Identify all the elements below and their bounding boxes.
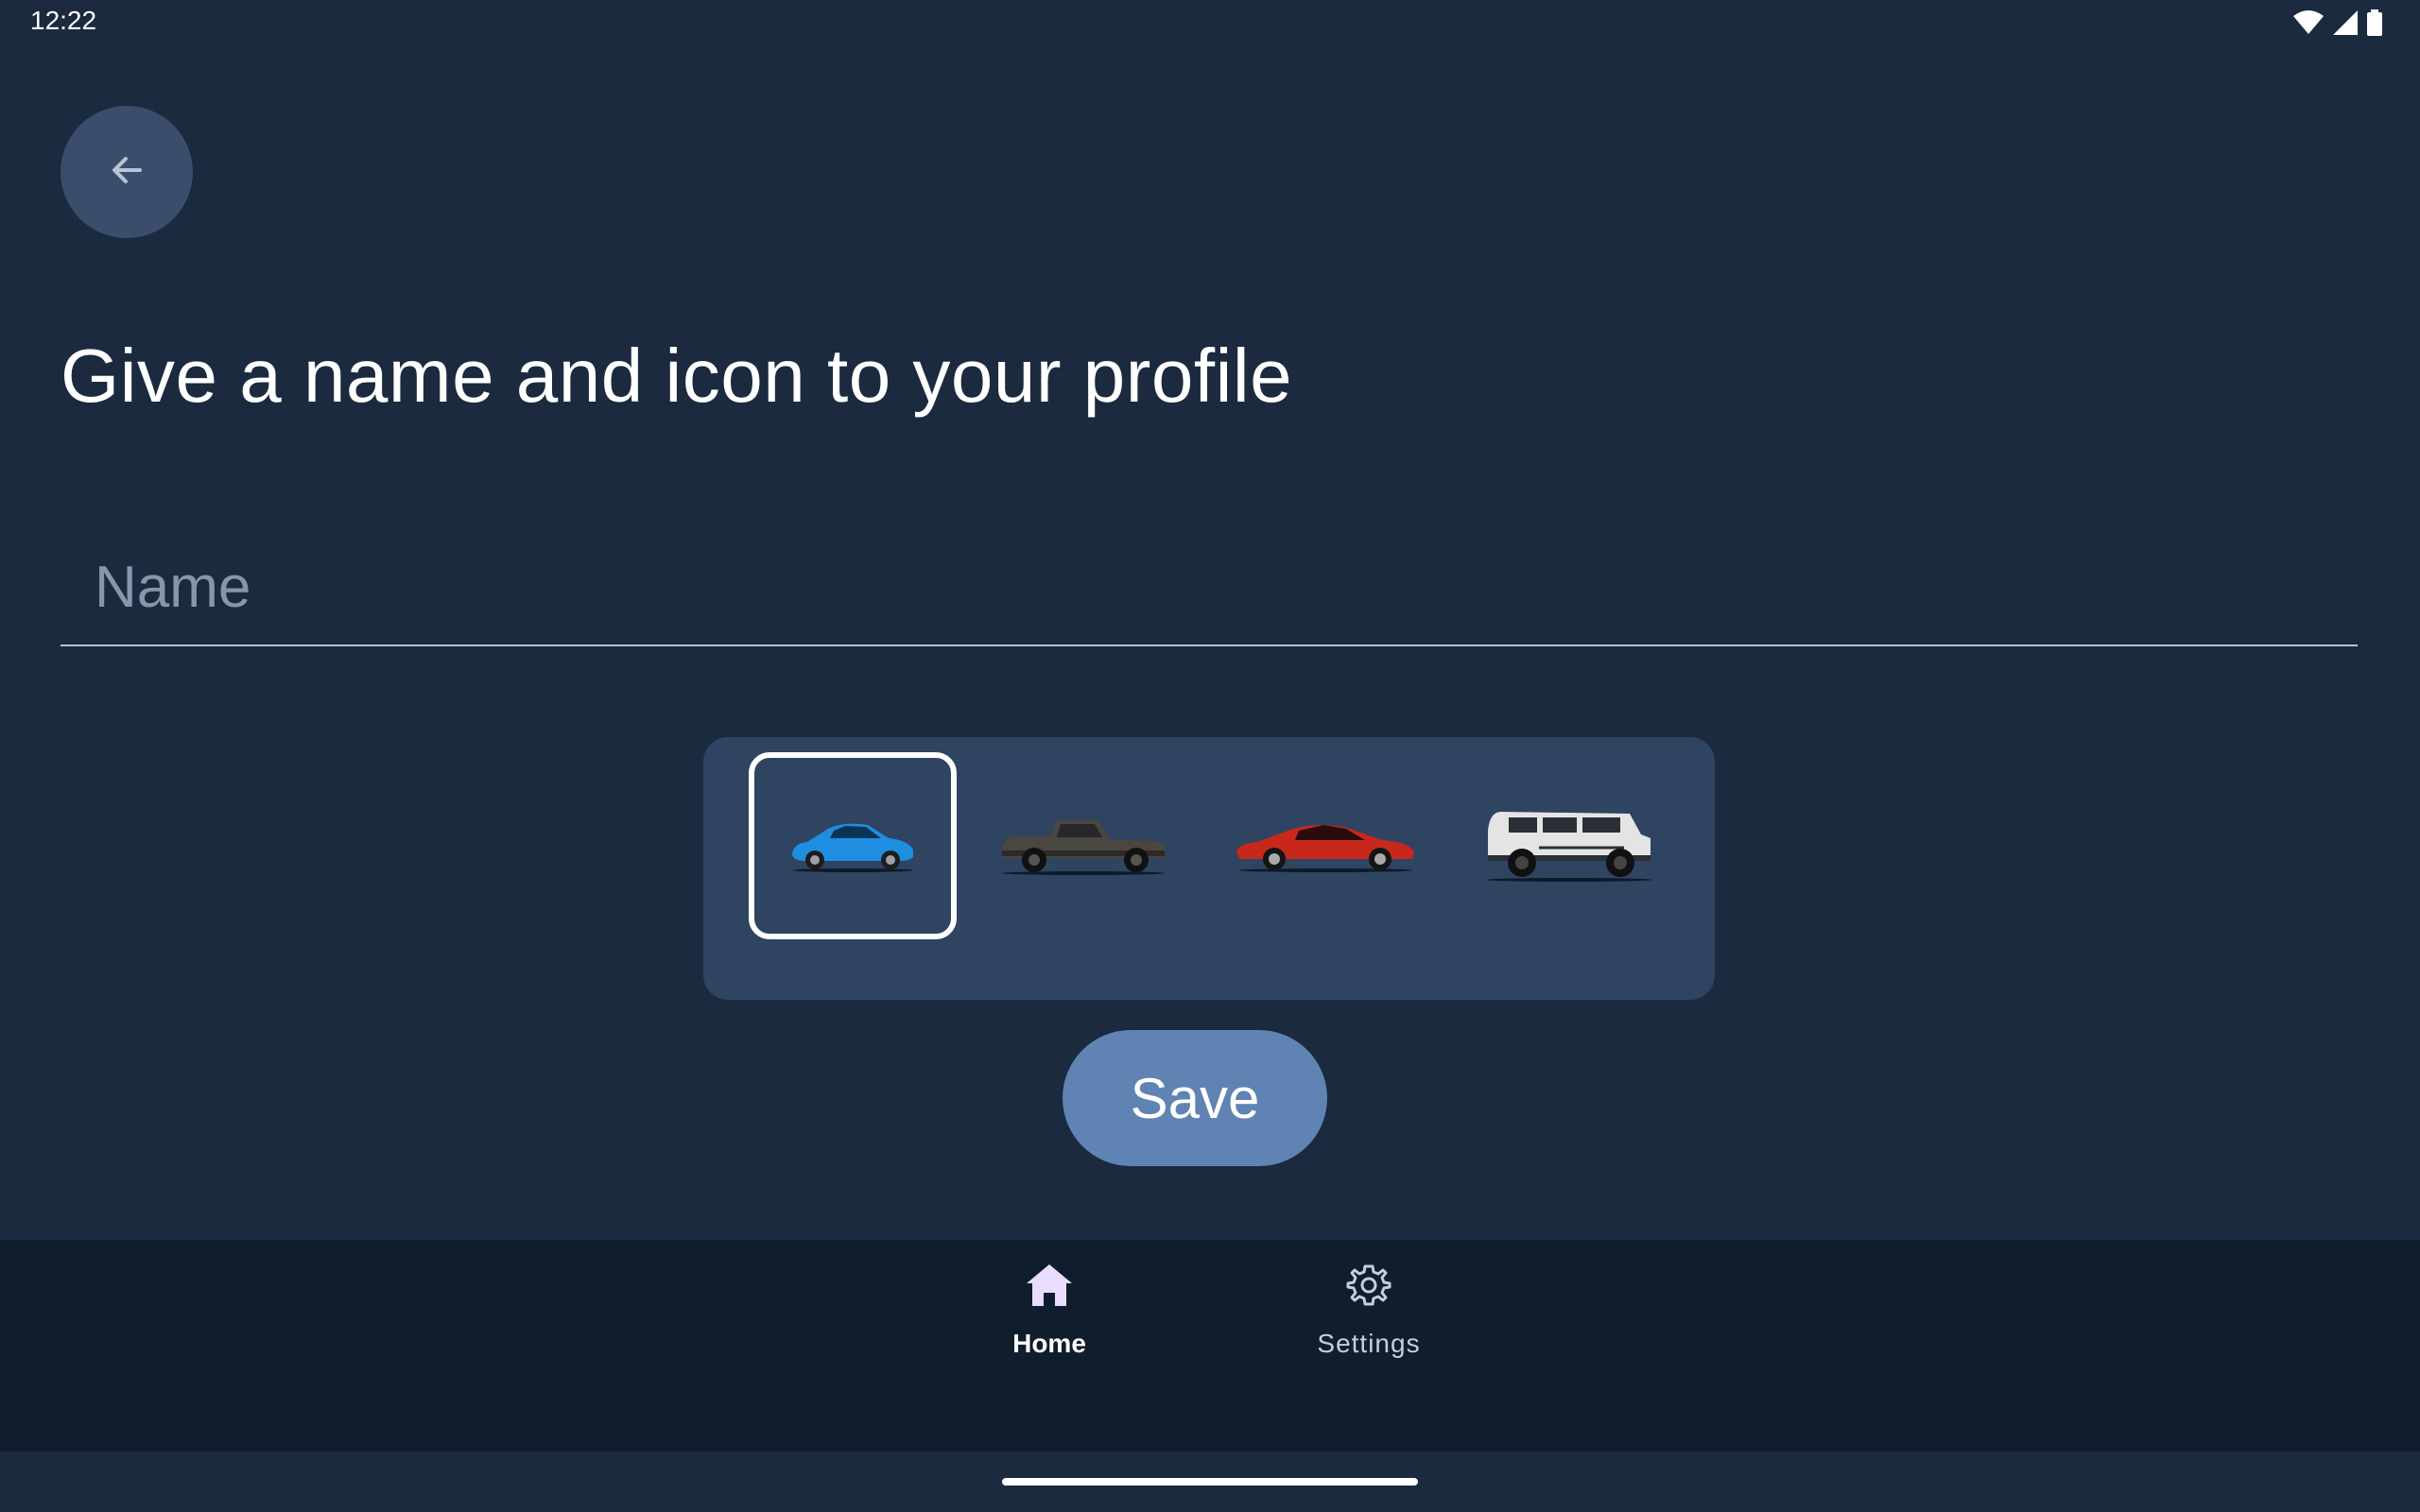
nav-label-settings: Settings [1317, 1329, 1421, 1358]
battery-icon [2367, 9, 2382, 36]
profile-setup-screen: 12:22 Give a name and icon to your profi… [0, 0, 2420, 1512]
arrow-left-icon [108, 151, 146, 194]
icon-option-offroad-suv[interactable] [1465, 752, 1673, 939]
home-icon [1025, 1257, 1074, 1314]
status-bar: 12:22 [0, 0, 2420, 45]
back-button[interactable] [60, 106, 193, 238]
save-button[interactable]: Save [1063, 1030, 1327, 1166]
vehicle-icon-picker [703, 737, 1715, 1000]
name-input[interactable] [93, 548, 2271, 626]
nav-item-home[interactable]: Home [945, 1240, 1153, 1391]
status-icons [2293, 9, 2382, 36]
red-sports-car-icon [1233, 816, 1418, 877]
icon-option-pickup-truck[interactable] [979, 752, 1187, 939]
icon-option-sports-car[interactable] [1221, 752, 1429, 939]
dark-pickup-truck-icon [998, 813, 1168, 880]
signal-icon [2333, 10, 2358, 35]
name-field[interactable] [60, 529, 2358, 646]
nav-item-settings[interactable]: Settings [1265, 1240, 1473, 1391]
gesture-handle[interactable] [1002, 1478, 1418, 1486]
white-offroad-suv-icon [1482, 806, 1656, 886]
icon-option-blue-suv[interactable] [749, 752, 957, 939]
status-time: 12:22 [30, 6, 97, 35]
gear-icon [1346, 1257, 1392, 1314]
bottom-navigation: Home Settings [0, 1240, 2420, 1452]
blue-suv-icon [786, 816, 919, 877]
nav-label-home: Home [1012, 1329, 1086, 1358]
page-title: Give a name and icon to your profile [60, 334, 1293, 418]
wifi-icon [2293, 10, 2324, 35]
